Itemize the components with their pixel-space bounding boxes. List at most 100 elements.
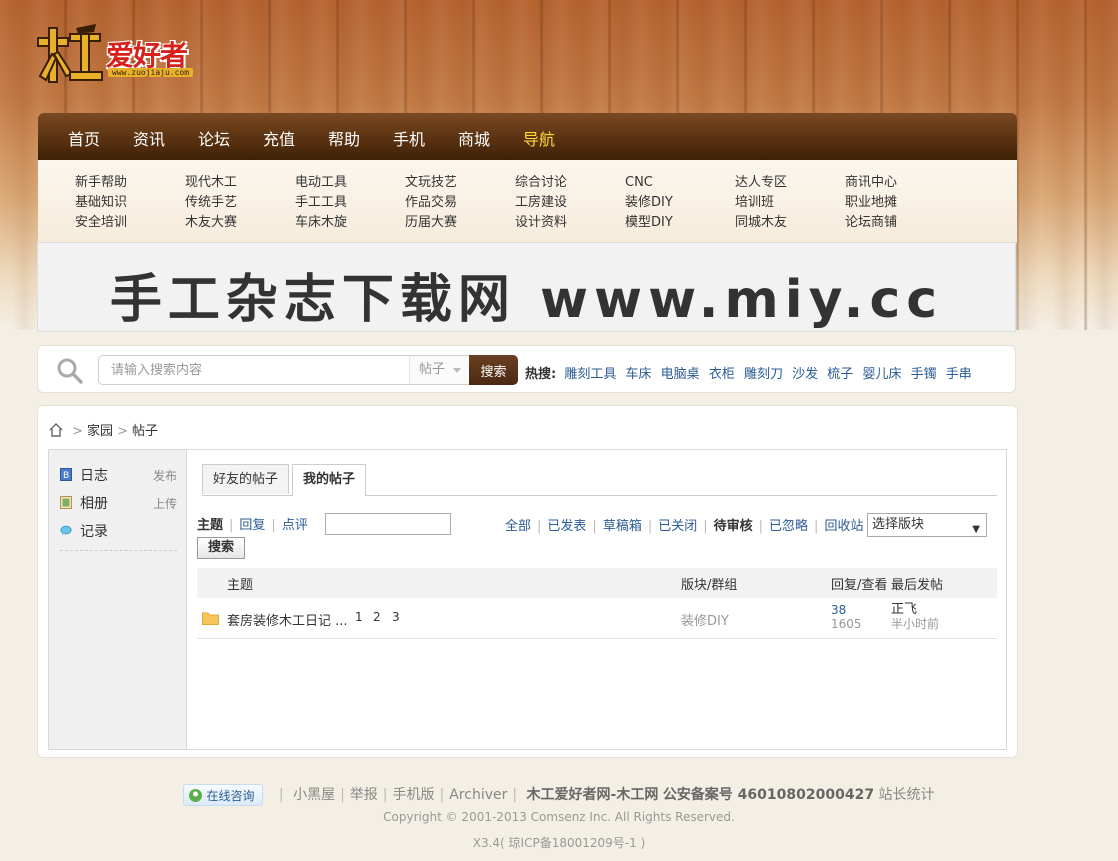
subnav-link[interactable]: 基础知识 bbox=[75, 193, 127, 213]
tab-friends-posts[interactable]: 好友的帖子 bbox=[202, 464, 290, 494]
subnav-link[interactable]: 木友大赛 bbox=[185, 213, 237, 233]
separator: | bbox=[703, 519, 708, 534]
nav-item-mobile[interactable]: 手机 bbox=[393, 126, 425, 150]
footer-site-name[interactable]: 木工爱好者网-木工网 bbox=[527, 787, 659, 803]
hot-link[interactable]: 手串 bbox=[946, 367, 972, 382]
nav-item-forum[interactable]: 论坛 bbox=[198, 126, 230, 150]
subnav-link[interactable]: 达人专区 bbox=[735, 173, 787, 193]
footer-link[interactable]: Archiver bbox=[449, 787, 507, 803]
filter-reply[interactable]: 回复 bbox=[239, 518, 265, 533]
filter-ignored[interactable]: 已忽略 bbox=[769, 519, 808, 534]
hot-link[interactable]: 电脑桌 bbox=[661, 367, 700, 382]
filter-recycle[interactable]: 回收站 bbox=[824, 519, 863, 534]
nav-item-help[interactable]: 帮助 bbox=[328, 126, 360, 150]
filter-published[interactable]: 已发表 bbox=[547, 519, 586, 534]
search-type-select[interactable]: 帖子 bbox=[409, 355, 470, 385]
sidebar-item-blog[interactable]: B 日志 发布 bbox=[60, 465, 177, 485]
hot-link[interactable]: 手镯 bbox=[911, 367, 937, 382]
hot-link[interactable]: 雕刻刀 bbox=[744, 367, 783, 382]
separator: | bbox=[537, 519, 542, 534]
filter-drafts[interactable]: 草稿箱 bbox=[603, 519, 642, 534]
nav-item-news[interactable]: 资讯 bbox=[133, 126, 165, 150]
subnav-link[interactable]: 手工工具 bbox=[295, 193, 347, 213]
subnav-link[interactable]: 同城木友 bbox=[735, 213, 787, 233]
posts-main: 好友的帖子 我的帖子 主题 | 回复 | 点评 全部 | 已发表 | 草稿箱 | 已关闭 | 待审核 | 已… bbox=[197, 450, 997, 749]
footer-stats-link[interactable]: 站长统计 bbox=[879, 787, 935, 803]
footer-link[interactable]: 手机版 bbox=[393, 787, 435, 803]
last-post-time[interactable]: 半小时前 bbox=[891, 617, 939, 631]
subnav-link[interactable]: 综合讨论 bbox=[515, 173, 567, 193]
subnav-link[interactable]: 传统手艺 bbox=[185, 193, 237, 213]
filter-comment[interactable]: 点评 bbox=[282, 518, 308, 533]
hot-link[interactable]: 衣柜 bbox=[709, 367, 735, 382]
online-consult-button[interactable]: 在线咨询 bbox=[183, 784, 264, 806]
subnav-link[interactable]: 论坛商铺 bbox=[845, 213, 897, 233]
subnav-link[interactable]: 模型DIY bbox=[625, 213, 673, 233]
subnav-column: 现代木工 传统手艺 木友大赛 bbox=[185, 173, 237, 233]
hot-link[interactable]: 梳子 bbox=[827, 367, 853, 382]
forum-select[interactable]: 选择版块 ▼ bbox=[867, 513, 987, 537]
subnav-column: CNC 装修DIY 模型DIY bbox=[625, 173, 673, 233]
filter-search-button[interactable]: 搜索 bbox=[197, 537, 245, 559]
folder-icon bbox=[202, 612, 219, 625]
nav-item-recharge[interactable]: 充值 bbox=[263, 126, 295, 150]
subnav-link[interactable]: 培训班 bbox=[735, 193, 787, 213]
logo-url: www.zuojiaju.com bbox=[108, 68, 194, 77]
last-poster[interactable]: 正飞 bbox=[891, 602, 917, 617]
hot-link[interactable]: 婴儿床 bbox=[862, 367, 901, 382]
content-panel: > 家园 > 帖子 B 日志 发布 相册 上传 记录 好友的帖子 我的帖子 主题… bbox=[37, 405, 1018, 758]
filter-closed[interactable]: 已关闭 bbox=[658, 519, 697, 534]
breadcrumb-item[interactable]: 家园 bbox=[87, 424, 113, 439]
filter-topic[interactable]: 主题 bbox=[197, 518, 223, 533]
page-link[interactable]: 2 bbox=[373, 610, 381, 624]
site-logo[interactable]: 爱好者 www.zuojiaju.com bbox=[36, 24, 204, 86]
search-button[interactable]: 搜索 bbox=[469, 355, 518, 385]
subnav-link[interactable]: 现代木工 bbox=[185, 173, 237, 193]
ad-banner[interactable]: 手工杂志下载网 www.miy.cc bbox=[37, 242, 1016, 332]
subnav-link[interactable]: 职业地摊 bbox=[845, 193, 897, 213]
hot-link[interactable]: 沙发 bbox=[792, 367, 818, 382]
upload-link[interactable]: 上传 bbox=[153, 495, 177, 512]
nav-item-home[interactable]: 首页 bbox=[68, 126, 100, 150]
subnav-link[interactable]: 安全培训 bbox=[75, 213, 127, 233]
subnav-link[interactable]: 工房建设 bbox=[515, 193, 567, 213]
subnav-link[interactable]: 商讯中心 bbox=[845, 173, 897, 193]
post-forum[interactable]: 装修DIY bbox=[681, 610, 729, 629]
page-link[interactable]: 1 bbox=[355, 610, 363, 624]
subnav-link[interactable]: 装修DIY bbox=[625, 193, 673, 213]
nav-item-navigation[interactable]: 导航 bbox=[523, 126, 555, 150]
sidebar-item-record[interactable]: 记录 bbox=[60, 521, 177, 541]
table-row: 套房装修木工日记 ... 1 2 3 装修DIY 38 1605 正飞 半小时前 bbox=[197, 598, 997, 639]
nav-item-mall[interactable]: 商城 bbox=[458, 126, 490, 150]
footer-version[interactable]: X3.4( 琼ICP备18001209号-1 ) bbox=[0, 834, 1118, 851]
sidebar-item-album[interactable]: 相册 上传 bbox=[60, 493, 177, 513]
keyword-input[interactable] bbox=[325, 513, 451, 535]
home-icon[interactable] bbox=[48, 422, 64, 438]
footer-beian[interactable]: 公安备案号 46010802000427 bbox=[663, 787, 874, 803]
filter-all[interactable]: 全部 bbox=[505, 519, 531, 534]
subnav-link[interactable]: 历届大赛 bbox=[405, 213, 457, 233]
post-title[interactable]: 套房装修木工日记 ... bbox=[227, 610, 348, 629]
tab-my-posts[interactable]: 我的帖子 bbox=[292, 464, 367, 496]
reply-count[interactable]: 38 bbox=[831, 603, 846, 617]
hot-link[interactable]: 车床 bbox=[626, 367, 652, 382]
publish-link[interactable]: 发布 bbox=[153, 467, 177, 484]
footer-link[interactable]: 举报 bbox=[350, 787, 378, 803]
subnav-link[interactable]: CNC bbox=[625, 173, 673, 193]
breadcrumb-item[interactable]: 帖子 bbox=[132, 424, 158, 439]
filter-pending[interactable]: 待审核 bbox=[714, 519, 753, 534]
page-link[interactable]: 3 bbox=[392, 610, 400, 624]
main-nav: 首页 资讯 论坛 充值 帮助 手机 商城 导航 bbox=[38, 113, 1017, 160]
subnav-column: 达人专区 培训班 同城木友 bbox=[735, 173, 787, 233]
subnav-link[interactable]: 设计资料 bbox=[515, 213, 567, 233]
search-input[interactable] bbox=[98, 355, 410, 385]
subnav-link[interactable]: 新手帮助 bbox=[75, 173, 127, 193]
view-count: 1605 bbox=[831, 617, 862, 631]
subnav-link[interactable]: 文玩技艺 bbox=[405, 173, 457, 193]
footer-link[interactable]: 小黑屋 bbox=[293, 787, 335, 803]
subnav-link[interactable]: 车床木旋 bbox=[295, 213, 347, 233]
subnav-link[interactable]: 电动工具 bbox=[295, 173, 347, 193]
subnav-link[interactable]: 作品交易 bbox=[405, 193, 457, 213]
hot-link[interactable]: 雕刻工具 bbox=[564, 367, 616, 382]
hot-searches: 热搜: 雕刻工具 车床 电脑桌 衣柜 雕刻刀 沙发 梳子 婴儿床 手镯 手串 bbox=[525, 363, 977, 382]
